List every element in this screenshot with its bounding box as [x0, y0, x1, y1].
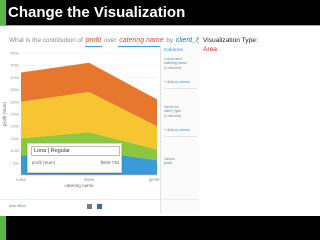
- y-tick-label: 450k: [10, 63, 19, 68]
- add-column-link-1[interactable]: + Add a column: [164, 80, 190, 84]
- query-word-by: by: [166, 37, 174, 44]
- panel-divider: [164, 88, 197, 89]
- x-tick-label: Lona: [16, 177, 26, 182]
- tooltip-value: $809 730: [100, 160, 119, 165]
- y-tick-label: 250k: [10, 112, 19, 117]
- table-view-icon[interactable]: [87, 204, 92, 209]
- add-filters-link[interactable]: Add filters: [9, 204, 26, 208]
- y-tick-label: 400k: [10, 75, 19, 80]
- values-section: Values profit: [164, 157, 198, 166]
- app-screenshot: What is the contribution of profit over …: [0, 33, 199, 214]
- query-measure-token[interactable]: profit: [84, 36, 103, 47]
- app-footer: Add filters: [0, 199, 199, 214]
- xaxis-sub: (Collected): [164, 65, 182, 70]
- query-prefix: What is the contribution of: [9, 37, 83, 44]
- y-tick-label: 50k: [13, 160, 19, 165]
- y-tick-label: 500k: [10, 51, 19, 56]
- x-axis-title: catering name: [64, 183, 94, 188]
- tooltip-label: profit (Sum): [32, 160, 55, 165]
- x-tick-label: generico: [149, 177, 160, 182]
- y-tick-label: 300k: [10, 99, 19, 104]
- values-value[interactable]: profit: [164, 161, 198, 165]
- columns-heading: Columns: [164, 48, 183, 53]
- y-tick-label: 350k: [10, 87, 19, 92]
- title-accent: [0, 0, 6, 26]
- bottom-accent: [0, 216, 6, 240]
- area-chart[interactable]: 500k 450k 400k 350k 300k 250k 200k 150k 100k 50k L…: [0, 47, 160, 197]
- tooltip-title: Lona | Regular: [31, 146, 120, 156]
- query-word-over: over: [104, 37, 117, 44]
- xaxis-section: x-axis label catering name (Collected): [164, 57, 198, 70]
- series-sub: (Collected): [164, 113, 182, 118]
- tooltip-row: profit (Sum) $809 730: [32, 160, 119, 165]
- series-section: Series by client_type (Collected): [164, 105, 198, 118]
- y-tick-label: 200k: [10, 124, 19, 129]
- y-tick-label: 100k: [10, 148, 19, 153]
- viz-type-label: Visualization Type:: [203, 37, 258, 44]
- viz-type-value: Area: [203, 46, 217, 53]
- slide-title: Change the Visualization: [8, 4, 186, 21]
- slide: Change the Visualization What is the con…: [0, 0, 320, 240]
- bottom-bar: [0, 216, 320, 240]
- columns-panel: Columns x-axis label catering name (Coll…: [160, 45, 199, 213]
- chart-view-icon[interactable]: [97, 204, 102, 209]
- panel-divider: [164, 136, 197, 137]
- title-rule: [0, 25, 320, 26]
- query-dimension1-token[interactable]: catering name: [118, 36, 165, 47]
- add-column-link-2[interactable]: + Add a column: [164, 128, 190, 132]
- chart-tooltip: Lona | Regular profit (Sum) $809 730: [27, 143, 122, 173]
- chart-svg[interactable]: 500k 450k 400k 350k 300k 250k 200k 150k 100k 50k L…: [0, 47, 160, 197]
- y-tick-label: 150k: [10, 136, 19, 141]
- title-bar: Change the Visualization: [0, 0, 320, 26]
- x-tick-label: Nieve: [84, 177, 95, 182]
- y-axis-title: profit (Sum): [2, 102, 7, 126]
